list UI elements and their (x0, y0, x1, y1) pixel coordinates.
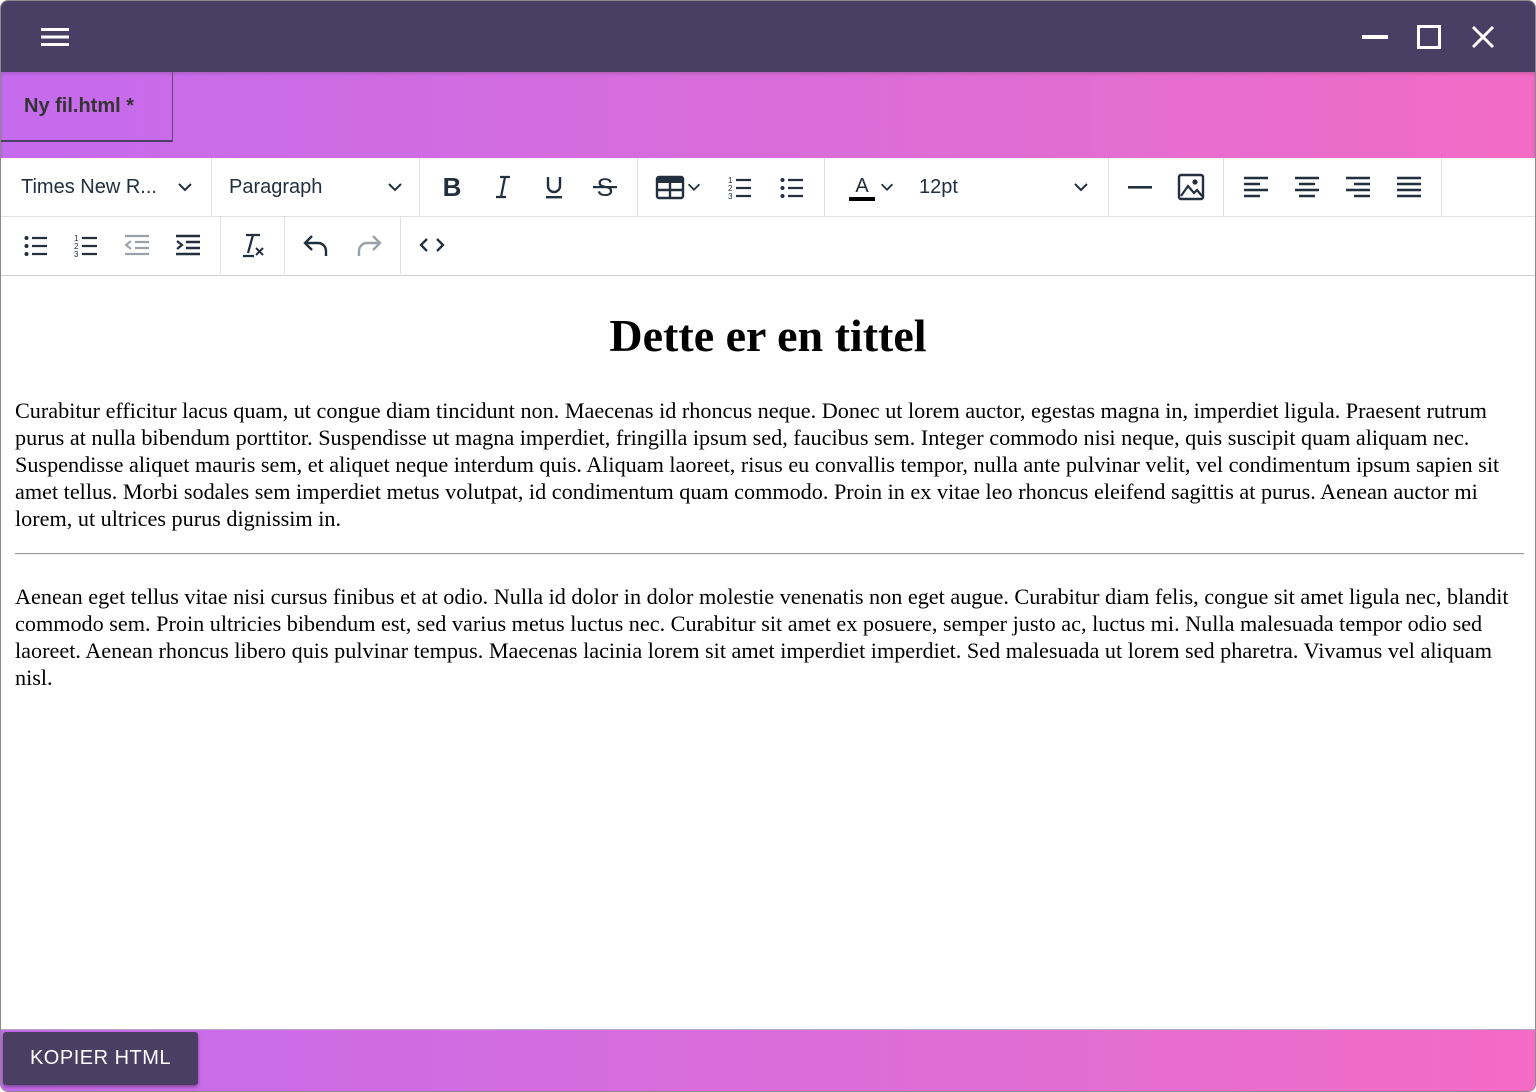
align-justify-icon (1397, 176, 1421, 198)
clear-formatting-button[interactable] (231, 225, 273, 265)
horizontal-line-icon (1128, 186, 1152, 189)
toolbar-divider (400, 216, 401, 274)
strikethrough-icon: S (593, 174, 617, 200)
align-center-button[interactable] (1286, 167, 1328, 207)
paragraph-2: Aenean eget tellus vitae nisi cursus fin… (15, 584, 1509, 690)
tab-label: Ny fil.html * (24, 94, 135, 117)
svg-text:3: 3 (74, 250, 79, 258)
horizontal-line-button[interactable] (1119, 167, 1161, 207)
undo-icon (303, 235, 328, 256)
outdent-button[interactable] (116, 225, 158, 265)
source-code-button[interactable] (411, 225, 453, 265)
toolbar-divider (419, 158, 420, 216)
toolbar-divider (637, 158, 638, 216)
numbered-list-icon: 123 (74, 234, 97, 258)
bullet-list-button-2[interactable] (15, 225, 57, 265)
toolbar-divider (220, 216, 221, 274)
copy-html-button[interactable]: KOPIER HTML (3, 1032, 198, 1085)
clear-formatting-icon (243, 233, 264, 258)
toolbar-row-2: 123 (1, 216, 1535, 274)
footer-bar: KOPIER HTML (1, 1029, 1535, 1091)
align-left-icon (1244, 176, 1268, 198)
app-window: Ny fil.html * Times New R... Paragraph B (0, 0, 1536, 1092)
toolbar-divider (211, 158, 212, 216)
align-left-button[interactable] (1235, 167, 1277, 207)
tab-bar: Ny fil.html * (1, 72, 1535, 158)
redo-icon (357, 235, 382, 256)
editor-content[interactable]: Dette er en tittel Curabitur efficitur l… (1, 276, 1535, 1029)
minimize-icon[interactable] (1355, 17, 1395, 57)
align-right-icon (1346, 176, 1370, 198)
chevron-down-icon (687, 183, 701, 191)
italic-button[interactable] (482, 167, 524, 207)
toolbar-row-1: Times New R... Paragraph B S 1 2 3 A 12p… (1, 158, 1535, 217)
indent-button[interactable] (167, 225, 209, 265)
source-code-icon (419, 238, 445, 252)
toolbar-divider (284, 216, 285, 274)
indent-icon (176, 234, 200, 256)
font-family-value: Times New R... (21, 175, 157, 198)
underline-button[interactable] (533, 167, 575, 207)
text-color-button[interactable]: A (836, 167, 906, 207)
underline-icon (546, 177, 562, 199)
chevron-down-icon (880, 183, 894, 191)
table-icon (655, 175, 685, 200)
image-icon (1177, 173, 1205, 201)
document-title: Dette er en tittel (609, 310, 927, 361)
insert-image-button[interactable] (1170, 167, 1212, 207)
align-right-button[interactable] (1337, 167, 1379, 207)
numbered-list-button[interactable]: 123 (719, 167, 761, 207)
toolbar-divider (824, 158, 825, 216)
block-format-value: Paragraph (229, 175, 323, 198)
title-bar (1, 1, 1535, 72)
table-button[interactable] (649, 167, 709, 207)
numbered-list-button-2[interactable]: 123 (65, 225, 107, 265)
bullet-list-button[interactable] (771, 167, 813, 207)
editor-toolbar: Times New R... Paragraph B S 1 2 3 A 12p… (1, 158, 1535, 276)
svg-text:B: B (443, 174, 462, 200)
hamburger-icon[interactable] (37, 23, 73, 51)
maximize-icon[interactable] (1409, 17, 1449, 57)
strikethrough-button[interactable]: S (584, 167, 626, 207)
outdent-icon (124, 234, 149, 256)
block-format-select[interactable]: Paragraph (219, 167, 413, 207)
align-center-icon (1295, 176, 1319, 198)
undo-button[interactable] (295, 225, 337, 265)
redo-button[interactable] (348, 225, 390, 265)
chevron-down-icon (178, 183, 192, 192)
italic-icon (496, 175, 510, 199)
chevron-down-icon (388, 183, 402, 192)
bold-button[interactable]: B (431, 167, 473, 207)
svg-text:A: A (855, 175, 869, 197)
chevron-down-icon (1074, 183, 1088, 192)
svg-text:3: 3 (728, 192, 733, 200)
tab-file[interactable]: Ny fil.html * (1, 72, 173, 142)
horizontal-rule (15, 553, 1524, 555)
bold-icon: B (443, 174, 462, 200)
font-size-select[interactable]: 12pt (909, 167, 1099, 207)
bullet-list-icon (24, 236, 47, 256)
align-justify-button[interactable] (1388, 167, 1430, 207)
toolbar-divider (1441, 158, 1442, 216)
close-icon[interactable] (1463, 17, 1503, 57)
text-color-icon: A (849, 175, 875, 201)
font-family-select[interactable]: Times New R... (9, 167, 203, 207)
toolbar-divider (1108, 158, 1109, 216)
bullet-list-icon (780, 178, 803, 198)
numbered-list-icon: 123 (728, 176, 751, 200)
font-size-value: 12pt (919, 175, 958, 198)
paragraph-1: Curabitur efficitur lacus quam, ut congu… (15, 398, 1500, 531)
toolbar-divider (1223, 158, 1224, 216)
